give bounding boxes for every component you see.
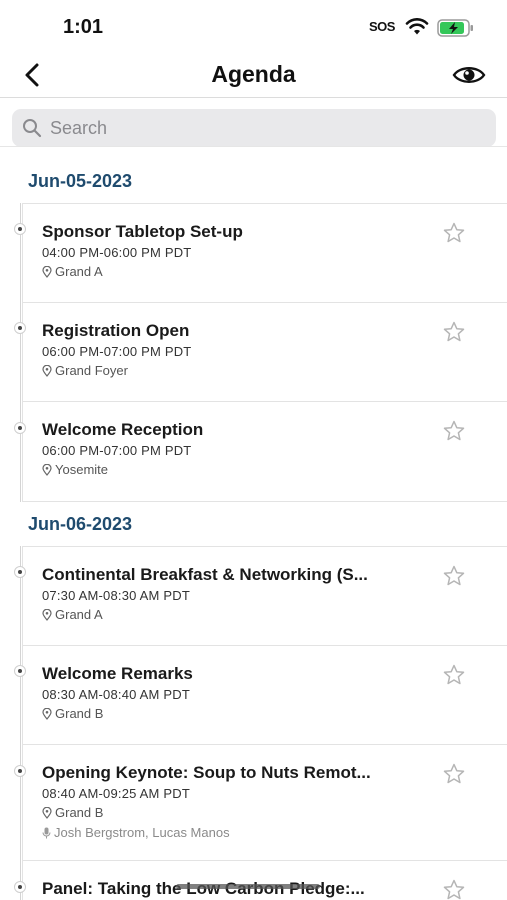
favorite-star-button[interactable] <box>442 564 466 588</box>
battery-charging-icon <box>437 19 475 42</box>
session-title: Welcome Reception <box>42 420 204 439</box>
microphone-icon <box>42 827 51 838</box>
search-input[interactable] <box>50 109 480 147</box>
session-title: Welcome Remarks <box>42 664 193 683</box>
speakers-label: Josh Bergstrom, Lucas Manos <box>54 825 230 840</box>
location-label: Grand B <box>55 805 104 820</box>
favorite-star-button[interactable] <box>442 762 466 786</box>
timeline-dot <box>14 322 26 334</box>
session-speakers: Josh Bergstrom, Lucas Manos <box>42 825 230 840</box>
session-title: Continental Breakfast & Networking (S... <box>42 565 368 584</box>
session-card[interactable]: Welcome Remarks 08:30 AM-08:40 AM PDT Gr… <box>22 645 507 745</box>
location-label: Grand A <box>55 607 103 622</box>
timeline-dot <box>14 422 26 434</box>
day-header: Jun-05-2023 <box>28 171 133 191</box>
timeline-dot <box>14 223 26 235</box>
wifi-icon <box>405 18 429 41</box>
view-toggle-button[interactable] <box>451 61 487 89</box>
divider <box>0 146 507 147</box>
session-card[interactable]: Opening Keynote: Soup to Nuts Remot... 0… <box>22 744 507 861</box>
eye-icon <box>452 67 486 83</box>
star-icon <box>443 420 465 441</box>
session-time: 06:00 PM-07:00 PM PDT <box>42 344 192 359</box>
day-header: Jun-06-2023 <box>28 514 133 534</box>
timeline-dot <box>14 765 26 777</box>
session-card[interactable]: Continental Breakfast & Networking (S...… <box>22 546 507 646</box>
favorite-star-button[interactable] <box>442 878 466 900</box>
timeline-line <box>20 546 21 900</box>
session-location: Grand B <box>42 706 103 721</box>
star-icon <box>443 879 465 900</box>
timeline-dot <box>14 881 26 893</box>
search-bar[interactable] <box>12 109 496 147</box>
session-card[interactable]: Sponsor Tabletop Set-up 04:00 PM-06:00 P… <box>22 203 507 303</box>
timeline-dot <box>14 665 26 677</box>
star-icon <box>443 222 465 243</box>
session-title: Panel: Taking the Low Carbon Pledge:... <box>42 879 365 898</box>
session-time: 06:00 PM-07:00 PM PDT <box>42 443 192 458</box>
favorite-star-button[interactable] <box>442 221 466 245</box>
location-pin-icon <box>42 707 52 720</box>
session-card[interactable]: Panel: Taking the Low Carbon Pledge:... <box>22 860 507 900</box>
session-title: Opening Keynote: Soup to Nuts Remot... <box>42 763 371 782</box>
location-pin-icon <box>42 364 52 377</box>
star-icon <box>443 565 465 586</box>
session-title: Sponsor Tabletop Set-up <box>42 222 243 241</box>
status-time: 1:01 <box>63 16 104 38</box>
location-pin-icon <box>42 806 52 819</box>
location-pin-icon <box>42 463 52 476</box>
session-time: 07:30 AM-08:30 AM PDT <box>42 588 190 603</box>
location-label: Grand A <box>55 264 103 279</box>
session-location: Grand A <box>42 607 103 622</box>
star-icon <box>443 321 465 342</box>
location-pin-icon <box>42 608 52 621</box>
session-location: Grand Foyer <box>42 363 128 378</box>
session-time: 04:00 PM-06:00 PM PDT <box>42 245 192 260</box>
page-title: Agenda <box>211 61 296 87</box>
location-label: Grand Foyer <box>55 363 128 378</box>
favorite-star-button[interactable] <box>442 320 466 344</box>
session-card[interactable]: Welcome Reception 06:00 PM-07:00 PM PDT … <box>22 401 507 502</box>
session-location: Grand A <box>42 264 103 279</box>
home-indicator[interactable] <box>176 884 320 889</box>
location-label: Yosemite <box>55 462 108 477</box>
favorite-star-button[interactable] <box>442 663 466 687</box>
session-card[interactable]: Registration Open 06:00 PM-07:00 PM PDT … <box>22 302 507 402</box>
session-time: 08:30 AM-08:40 AM PDT <box>42 687 190 702</box>
nav-bar: Agenda <box>0 52 507 98</box>
star-icon <box>443 763 465 784</box>
location-pin-icon <box>42 265 52 278</box>
session-location: Grand B <box>42 805 103 820</box>
sos-indicator: SOS <box>369 19 395 34</box>
location-label: Grand B <box>55 706 104 721</box>
session-time: 08:40 AM-09:25 AM PDT <box>42 786 190 801</box>
search-icon <box>22 118 42 143</box>
timeline-dot <box>14 566 26 578</box>
star-icon <box>443 664 465 685</box>
session-location: Yosemite <box>42 462 108 477</box>
favorite-star-button[interactable] <box>442 419 466 443</box>
session-title: Registration Open <box>42 321 190 340</box>
timeline-line <box>20 203 21 502</box>
status-bar: 1:01 SOS <box>0 0 507 52</box>
